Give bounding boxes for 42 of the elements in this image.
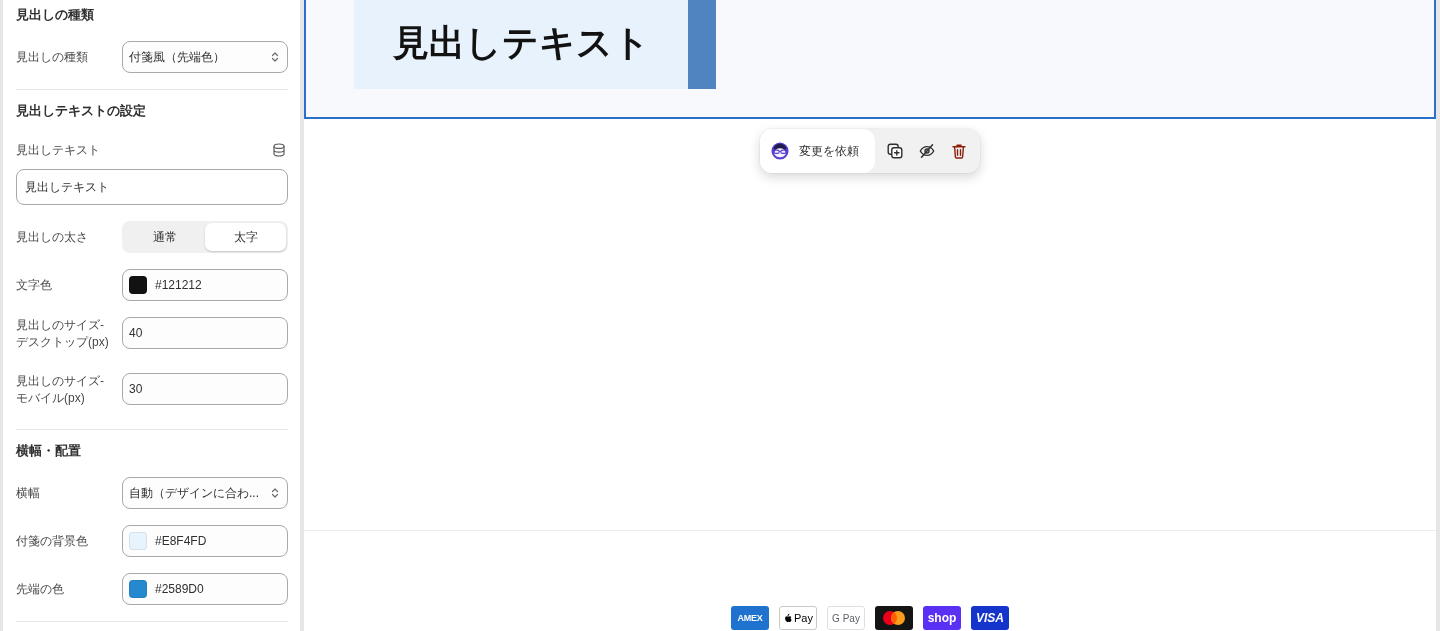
apple-icon — [783, 613, 793, 623]
color-field[interactable]: #121212 — [122, 269, 288, 301]
circles-card-logo-icon — [875, 606, 913, 630]
segment-option[interactable]: 太字 — [205, 223, 286, 251]
field-label: 見出しの種類 — [16, 48, 89, 66]
number-input-field[interactable]: 40 — [122, 317, 288, 349]
color-field[interactable]: #E8F4FD — [122, 525, 288, 557]
request-change-button[interactable]: 変更を依頼 — [760, 129, 875, 173]
field-label: 見出しのサイズ-モバイル(px) — [16, 373, 105, 407]
color-swatch-icon[interactable] — [129, 580, 147, 598]
field-label: 先端の色 — [16, 580, 65, 598]
pay-label: Pay — [794, 612, 813, 624]
number-input-field[interactable]: 30 — [122, 373, 288, 405]
delete-icon[interactable] — [951, 143, 967, 159]
field-label: 見出しテキスト — [16, 141, 100, 159]
section-heading: 横幅・配置 — [16, 442, 82, 460]
field-label: 付箋の背景色 — [16, 532, 89, 550]
payment-logo: G Pay — [827, 606, 865, 630]
cartoon-face-icon — [771, 142, 789, 160]
field-label: 見出しのサイズ-デスクトップ(px) — [16, 317, 110, 351]
section-heading: 見出しの種類 — [16, 6, 95, 24]
duplicate-icon[interactable] — [887, 143, 903, 159]
hide-icon[interactable] — [919, 143, 935, 159]
database-icon[interactable] — [272, 143, 286, 157]
field-label: 文字色 — [16, 276, 53, 294]
payment-logo: VISA — [971, 606, 1009, 630]
heading-text: 見出しテキスト — [392, 20, 650, 65]
color-swatch-icon[interactable] — [129, 276, 147, 294]
segment-option[interactable]: 通常 — [124, 223, 205, 251]
select-field[interactable]: 付箋風（先端色） — [122, 41, 288, 73]
payment-logo: AMEX — [731, 606, 769, 630]
color-field[interactable]: #2589D0 — [122, 573, 288, 605]
heading-section[interactable]: 見出しテキスト — [304, 0, 1436, 119]
section-heading: 見出しテキストの設定 — [16, 102, 147, 120]
up-down-chevron-icon — [269, 487, 281, 499]
up-down-chevron-icon — [269, 51, 281, 63]
text-input-field[interactable]: 見出しテキスト — [16, 169, 288, 205]
color-swatch-icon[interactable] — [129, 532, 147, 550]
payment-logo: shop — [923, 606, 961, 630]
field-label: 見出しの太さ — [16, 228, 89, 246]
select-field[interactable]: 自動（デザインに合わ... — [122, 477, 288, 509]
field-label: 横幅 — [16, 484, 41, 502]
